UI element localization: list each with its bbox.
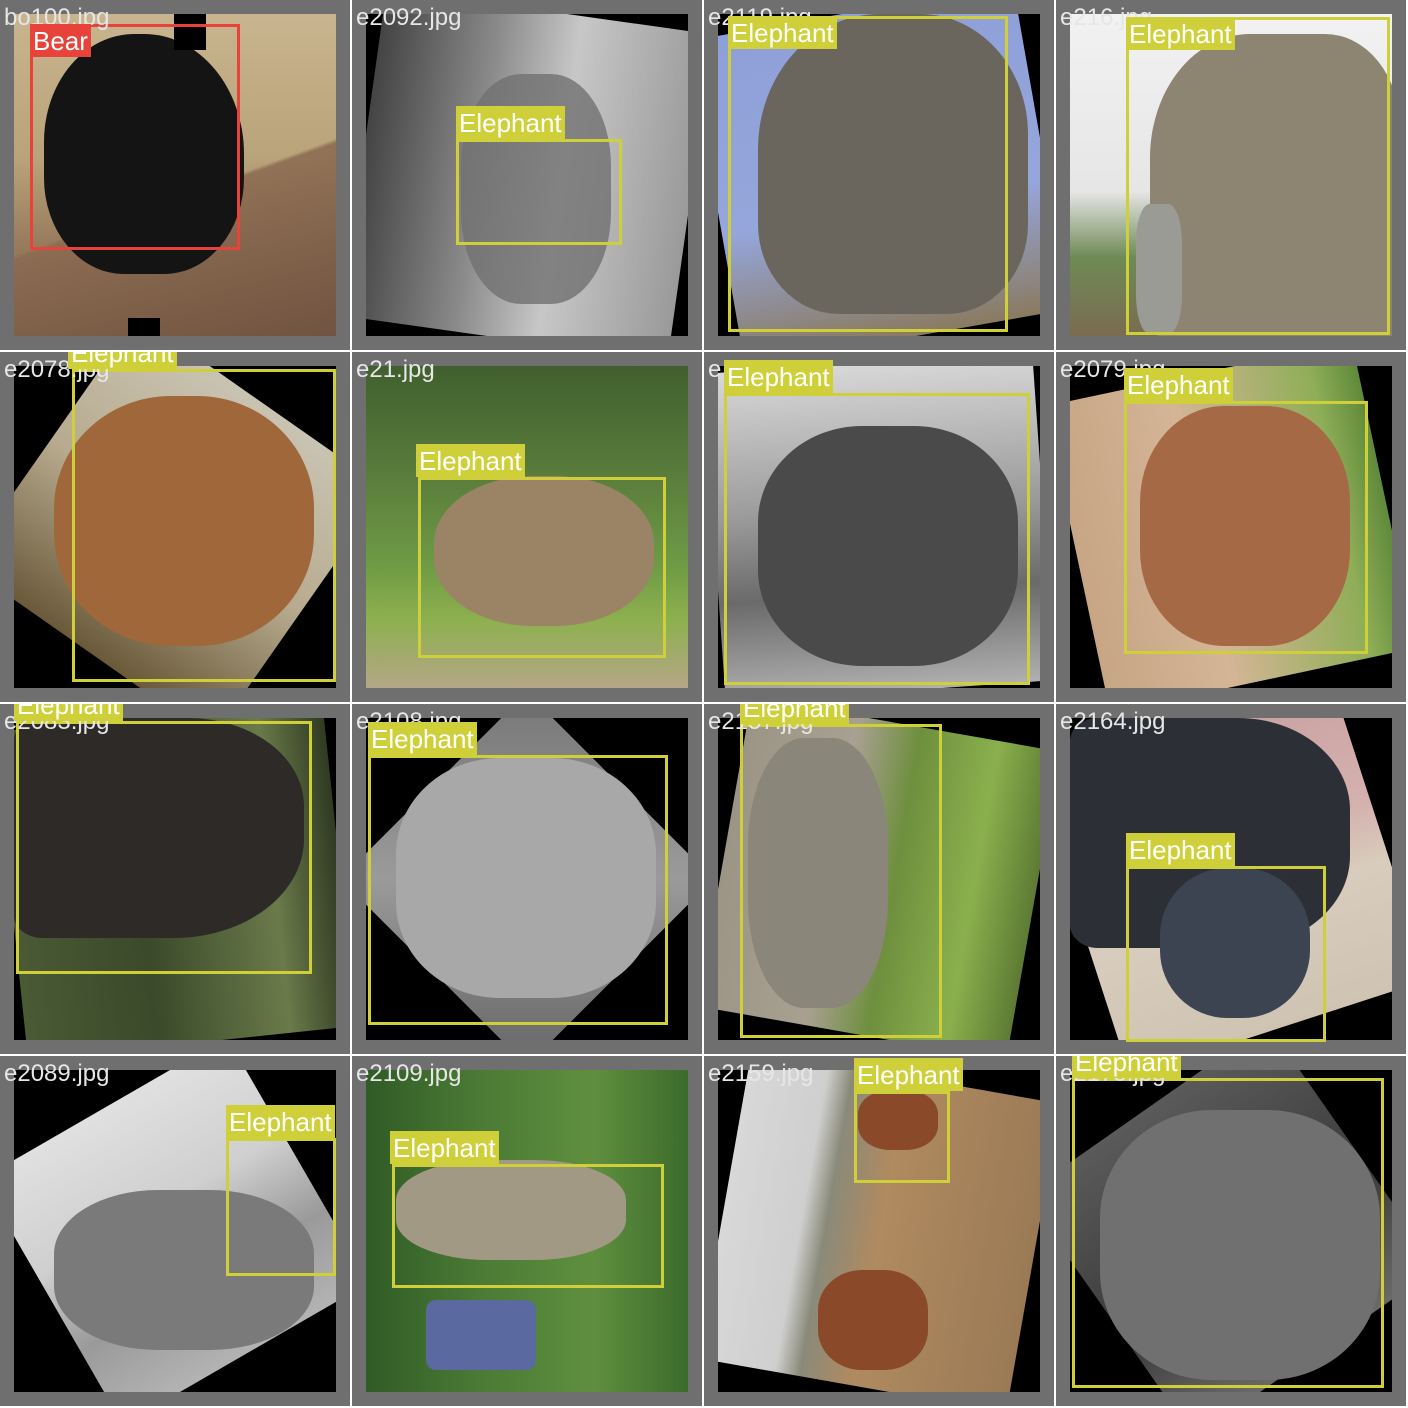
- filename-label: e2092.jpg: [356, 4, 462, 31]
- filename-label: e: [708, 356, 722, 383]
- class-label: Elephant: [456, 106, 565, 139]
- image-tile[interactable]: Elephant e2157.jpg: [704, 704, 1054, 1054]
- image-tile[interactable]: Elephant e2083.jpg: [0, 704, 350, 1054]
- filename-label: e2164.jpg: [1060, 708, 1166, 735]
- class-label: Elephant: [368, 722, 477, 755]
- bounding-box: [418, 477, 666, 658]
- image-tile[interactable]: Bear bo100.jpg: [0, 0, 350, 350]
- filename-label: e21.jpg: [356, 356, 435, 383]
- image-tile[interactable]: Elephant e2164.jpg: [1056, 704, 1406, 1054]
- image-tile[interactable]: Elephant e216.jpg: [1056, 0, 1406, 350]
- filename-label: e2109.jpg: [356, 1060, 462, 1087]
- class-label: Elephant: [1072, 1056, 1181, 1078]
- image-tile[interactable]: Elephant e2119.jpg: [704, 0, 1054, 350]
- bounding-box: [72, 369, 336, 682]
- image-tile[interactable]: Elephant e2159.jpg: [704, 1056, 1054, 1406]
- image-tile[interactable]: Elephant e2092.jpg: [352, 0, 702, 350]
- class-label: Elephant: [1126, 833, 1235, 866]
- class-label: Elephant: [854, 1058, 963, 1091]
- bounding-box: [740, 724, 942, 1038]
- bounding-box: [728, 16, 1008, 332]
- image-tile[interactable]: Elephant e2079.jpg: [1056, 352, 1406, 702]
- bounding-box: [1124, 401, 1368, 654]
- class-label: Elephant: [416, 444, 525, 477]
- class-label: Elephant: [724, 360, 833, 393]
- bounding-box: [854, 1091, 950, 1183]
- filename-label: e2089.jpg: [4, 1060, 110, 1087]
- class-label: Elephant: [68, 352, 177, 369]
- bounding-box: [1126, 866, 1326, 1042]
- image-tile[interactable]: Elephant e21.jpg: [352, 352, 702, 702]
- bounding-box: [226, 1138, 336, 1276]
- class-label: Elephant: [226, 1105, 335, 1138]
- image-tile[interactable]: Elephant e2109.jpg: [352, 1056, 702, 1406]
- image-tile[interactable]: Elephant e2089.jpg: [0, 1056, 350, 1406]
- bounding-box: [392, 1164, 664, 1288]
- bounding-box: [1126, 17, 1390, 335]
- bounding-box: [456, 139, 622, 245]
- bounding-box: [368, 755, 668, 1025]
- bounding-box: [16, 721, 312, 974]
- class-label: Elephant: [390, 1131, 499, 1164]
- detection-mosaic: Bear bo100.jpg Elephant e2092.jpg Elepha…: [0, 0, 1408, 1408]
- class-label: Elephant: [14, 704, 123, 721]
- class-label: Elephant: [1124, 368, 1233, 401]
- class-label: Bear: [30, 24, 91, 57]
- filename-label: e2159.jpg: [708, 1060, 814, 1087]
- class-label: Elephant: [728, 16, 837, 49]
- bounding-box: [724, 393, 1030, 685]
- image-tile[interactable]: Elephant e2108.jpg: [352, 704, 702, 1054]
- class-label: Elephant: [740, 704, 849, 724]
- bounding-box: [1072, 1078, 1384, 1388]
- image-tile[interactable]: Elephant e: [704, 352, 1054, 702]
- image-tile[interactable]: Elephant e2078.jpg: [0, 352, 350, 702]
- image-tile[interactable]: Elephant e2175.jpg: [1056, 1056, 1406, 1406]
- bounding-box: [30, 24, 240, 250]
- class-label: Elephant: [1126, 17, 1235, 50]
